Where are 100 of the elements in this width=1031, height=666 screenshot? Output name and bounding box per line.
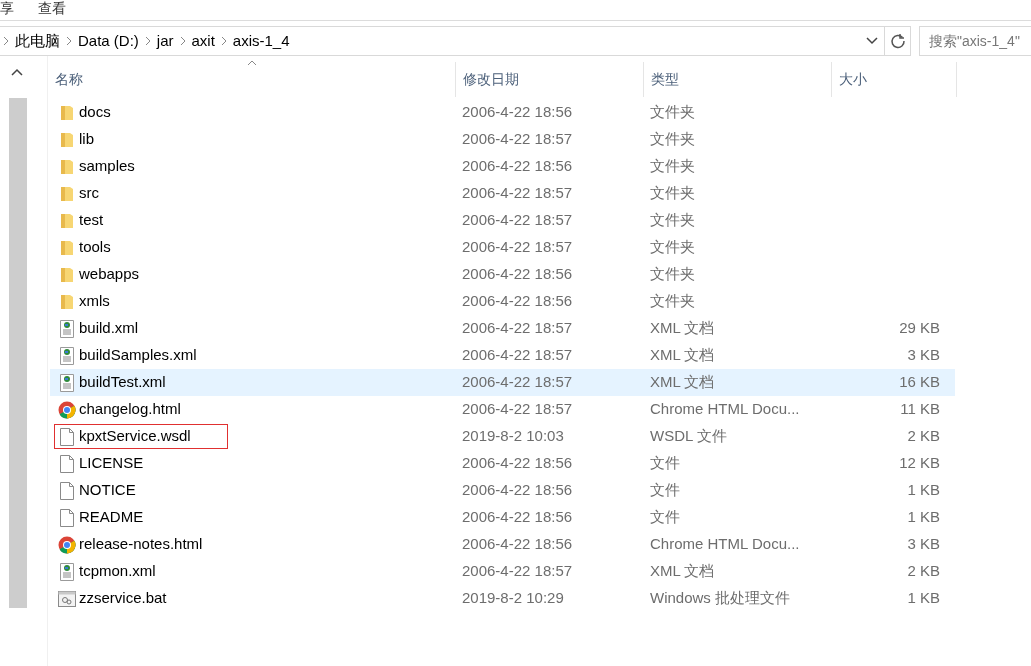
file-name: changelog.html	[79, 399, 181, 420]
column-header[interactable]: 大小	[832, 62, 957, 97]
file-size: 1 KB	[907, 507, 940, 528]
breadcrumb[interactable]: axit	[191, 29, 215, 53]
file-row[interactable]: tools 2006-4-22 18:57 文件夹	[50, 234, 955, 261]
file-size: 3 KB	[907, 534, 940, 555]
modified-date: 2006-4-22 18:56	[461, 156, 574, 177]
modified-date: 2006-4-22 18:57	[461, 372, 574, 393]
breadcrumb[interactable]: Data (D:)	[78, 29, 139, 53]
column-header[interactable]: 名称	[48, 62, 456, 97]
modified-date: 2006-4-22 18:57	[461, 561, 574, 582]
folder-icon	[60, 158, 74, 175]
file-row[interactable]: release-notes.html 2006-4-22 18:56 Chrome HTML Docu... 3 KB	[50, 531, 955, 558]
modified-date: 2006-4-22 18:57	[461, 399, 574, 420]
chevron-right-icon	[179, 36, 186, 46]
breadcrumb[interactable]: jar	[156, 29, 174, 53]
file-size: 12 KB	[899, 453, 940, 474]
file-row[interactable]: test 2006-4-22 18:57 文件夹	[50, 207, 955, 234]
file-type: Chrome HTML Docu...	[649, 534, 801, 555]
file-name: docs	[79, 102, 111, 123]
file-icon	[60, 454, 74, 473]
file-type: Windows 批处理文件	[649, 588, 792, 609]
modified-date: 2006-4-22 18:57	[461, 183, 574, 204]
file-row[interactable]: xmls 2006-4-22 18:56 文件夹	[50, 288, 955, 315]
scroll-up-icon[interactable]	[11, 68, 23, 76]
file-name: buildSamples.xml	[79, 345, 197, 366]
modified-date: 2019-8-2 10:29	[461, 588, 565, 609]
breadcrumb[interactable]: axis-1_4	[232, 29, 290, 53]
modified-date: 2006-4-22 18:57	[461, 345, 574, 366]
modified-date: 2006-4-22 18:57	[461, 318, 574, 339]
search-field[interactable]: 搜索"axis-1_4"	[919, 26, 1031, 56]
breadcrumb[interactable]: 此电脑	[15, 29, 60, 53]
folder-icon	[60, 266, 74, 283]
folder-icon	[60, 131, 74, 148]
file-icon	[60, 508, 74, 527]
file-type: 文件夹	[649, 237, 696, 258]
file-name: release-notes.html	[79, 534, 203, 555]
xml-file-icon	[59, 346, 75, 365]
modified-date: 2006-4-22 18:57	[461, 129, 574, 150]
address-bar[interactable]: 此电脑 Data (D:) jar axit axis-1_4	[0, 26, 911, 56]
file-row[interactable]: lib 2006-4-22 18:57 文件夹	[50, 126, 955, 153]
file-type: 文件夹	[649, 102, 696, 123]
file-row[interactable]: zzservice.bat 2019-8-2 10:29 Windows 批处理文件 1 KB	[50, 585, 955, 612]
column-header[interactable]: 类型	[644, 62, 832, 97]
file-name: src	[79, 183, 99, 204]
file-name: webapps	[79, 264, 140, 285]
file-row[interactable]: docs 2006-4-22 18:56 文件夹	[50, 99, 955, 126]
file-row[interactable]: src 2006-4-22 18:57 文件夹	[50, 180, 955, 207]
file-row[interactable]: buildSamples.xml 2006-4-22 18:57 XML 文档 3 KB	[50, 342, 955, 369]
file-type: 文件夹	[649, 129, 696, 150]
chevron-right-icon	[3, 36, 9, 46]
gear-file-icon	[58, 590, 76, 607]
ribbon-tab[interactable]: 享	[0, 0, 14, 19]
file-row[interactable]: LICENSE 2006-4-22 18:56 文件 12 KB	[50, 450, 955, 477]
modified-date: 2006-4-22 18:56	[461, 534, 574, 555]
modified-date: 2019-8-2 10:03	[461, 426, 565, 447]
file-type: XML 文档	[649, 372, 716, 393]
chevron-right-icon	[66, 36, 72, 46]
file-type: XML 文档	[649, 561, 716, 582]
file-name: xmls	[79, 291, 110, 312]
chevron-right-icon	[220, 36, 227, 46]
modified-date: 2006-4-22 18:56	[461, 507, 574, 528]
file-name: samples	[79, 156, 135, 177]
modified-date: 2006-4-22 18:56	[461, 264, 574, 285]
modified-date: 2006-4-22 18:57	[461, 210, 574, 231]
file-icon	[60, 427, 74, 446]
ribbon-tab[interactable]: 查看	[38, 0, 66, 19]
file-row[interactable]: NOTICE 2006-4-22 18:56 文件 1 KB	[50, 477, 955, 504]
file-size: 11 KB	[900, 399, 940, 420]
file-type: 文件	[649, 480, 681, 501]
xml-file-icon	[59, 562, 75, 581]
file-name: lib	[79, 129, 94, 150]
file-type: XML 文档	[649, 345, 716, 366]
file-row[interactable]: kpxtService.wsdl 2019-8-2 10:03 WSDL 文件 2 KB	[50, 423, 955, 450]
folder-icon	[60, 185, 74, 202]
modified-date: 2006-4-22 18:56	[461, 453, 574, 474]
file-name: zzservice.bat	[79, 588, 167, 609]
file-row[interactable]: webapps 2006-4-22 18:56 文件夹	[50, 261, 955, 288]
file-name: README	[79, 507, 144, 528]
chevron-down-icon[interactable]	[866, 37, 878, 45]
file-name: test	[79, 210, 104, 231]
column-header[interactable]: 修改日期	[456, 62, 644, 97]
file-icon	[60, 481, 74, 500]
file-type: 文件	[649, 507, 681, 528]
file-type: Chrome HTML Docu...	[649, 399, 801, 420]
file-name: kpxtService.wsdl	[79, 426, 191, 447]
refresh-icon[interactable]	[889, 33, 906, 49]
xml-file-icon	[59, 373, 75, 392]
file-type: 文件夹	[649, 183, 696, 204]
file-row[interactable]: tcpmon.xml 2006-4-22 18:57 XML 文档 2 KB	[50, 558, 955, 585]
file-row[interactable]: samples 2006-4-22 18:56 文件夹	[50, 153, 955, 180]
file-row[interactable]: buildTest.xml 2006-4-22 18:57 XML 文档 16 KB	[50, 369, 955, 396]
scrollbar-thumb[interactable]	[9, 98, 27, 608]
xml-file-icon	[59, 319, 75, 338]
file-row[interactable]: changelog.html 2006-4-22 18:57 Chrome HTML Docu... 11 KB	[50, 396, 955, 423]
file-size: 29 KB	[899, 318, 940, 339]
file-type: 文件夹	[649, 264, 696, 285]
file-row[interactable]: README 2006-4-22 18:56 文件 1 KB	[50, 504, 955, 531]
file-type: 文件夹	[649, 291, 696, 312]
file-row[interactable]: build.xml 2006-4-22 18:57 XML 文档 29 KB	[50, 315, 955, 342]
